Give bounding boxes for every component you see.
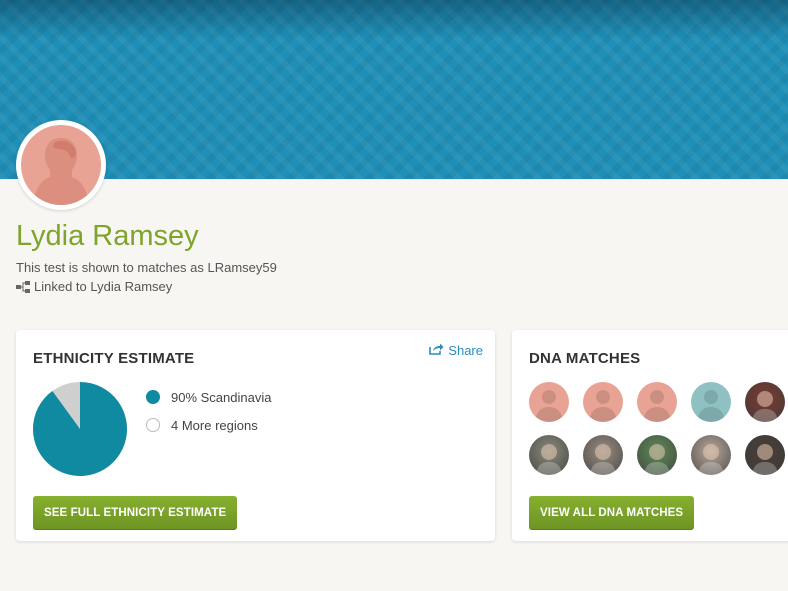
linked-tree-link[interactable]: Linked to Lydia Ramsey <box>16 279 172 294</box>
legend-label: 90% Scandinavia <box>171 389 272 405</box>
person-photo-icon <box>644 444 670 475</box>
person-silhouette-icon <box>589 390 617 422</box>
match-avatar[interactable] <box>745 435 785 475</box>
person-photo-icon <box>752 444 778 475</box>
match-avatar[interactable] <box>691 382 731 422</box>
dna-matches-title: DNA MATCHES <box>529 350 641 367</box>
empty-dot-icon <box>146 418 160 432</box>
match-avatar[interactable] <box>583 435 623 475</box>
match-avatar[interactable] <box>637 382 677 422</box>
see-full-ethnicity-button[interactable]: SEE FULL ETHNICITY ESTIMATE <box>33 496 238 530</box>
match-avatar[interactable] <box>529 382 569 422</box>
tree-icon <box>16 280 30 293</box>
linked-tree-label: Linked to Lydia Ramsey <box>34 279 173 294</box>
person-photo-icon <box>752 391 778 422</box>
dna-matches-card: DNA MATCHES VIEW ALL DNA MATCHES <box>512 330 788 541</box>
match-avatars-grid <box>529 382 785 475</box>
legend-label: 4 More regions <box>171 417 258 433</box>
person-photo-icon <box>536 444 562 475</box>
match-avatar[interactable] <box>745 382 785 422</box>
ethnicity-legend: 90% Scandinavia 4 More regions <box>146 383 271 439</box>
person-silhouette-icon <box>643 390 671 422</box>
profile-name: Lydia Ramsey <box>16 220 199 252</box>
header-banner <box>0 0 788 179</box>
ethnicity-card: ETHNICITY ESTIMATE Share 90% Scandinavia… <box>16 330 495 541</box>
person-silhouette-icon <box>697 390 725 422</box>
share-button[interactable]: Share <box>429 343 483 358</box>
ethnicity-title: ETHNICITY ESTIMATE <box>33 350 195 367</box>
share-icon <box>429 343 444 358</box>
legend-item-more-regions[interactable]: 4 More regions <box>146 411 271 439</box>
match-avatar[interactable] <box>637 435 677 475</box>
shown-as-text: This test is shown to matches as LRamsey… <box>16 260 277 275</box>
pie-scandinavia-slice <box>33 382 127 476</box>
ethnicity-pie-chart[interactable] <box>33 382 127 476</box>
person-silhouette-icon <box>535 390 563 422</box>
share-label: Share <box>448 343 483 358</box>
profile-avatar[interactable] <box>16 120 106 210</box>
person-photo-icon <box>698 444 724 475</box>
match-avatar[interactable] <box>691 435 731 475</box>
match-avatar[interactable] <box>529 435 569 475</box>
person-photo-icon <box>590 444 616 475</box>
female-silhouette-icon <box>21 125 101 205</box>
legend-item-scandinavia[interactable]: 90% Scandinavia <box>146 383 271 411</box>
match-avatar[interactable] <box>583 382 623 422</box>
view-all-dna-matches-button[interactable]: VIEW ALL DNA MATCHES <box>529 496 695 530</box>
filled-dot-icon <box>146 390 160 404</box>
